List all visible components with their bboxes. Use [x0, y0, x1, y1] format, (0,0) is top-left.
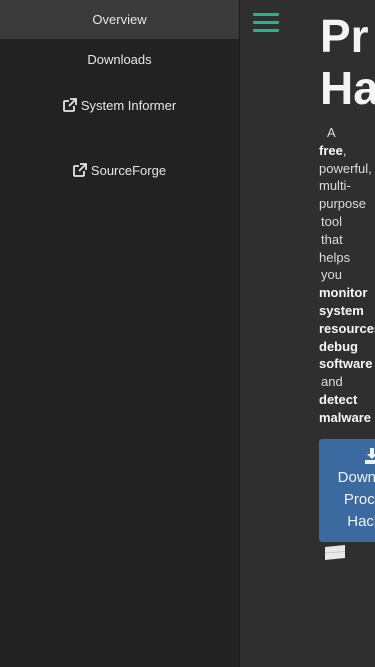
- tagline-word: malware: [319, 409, 372, 425]
- main-content: Pr Ha A free, powerful, multi- purpose t…: [240, 0, 375, 667]
- tagline-word-group: free,: [319, 142, 375, 160]
- tagline-word: helps: [319, 249, 351, 265]
- sidebar-item-label: Downloads: [87, 51, 152, 67]
- tagline-word: A: [327, 125, 336, 140]
- tagline-word: and: [321, 374, 343, 390]
- tagline: A free, powerful, multi- purpose tool th…: [319, 124, 375, 427]
- tagline-word: that: [321, 231, 343, 247]
- tagline-word: software: [319, 356, 373, 372]
- download-label-line-2: Process: [343, 491, 375, 508]
- tagline-punct: ,: [342, 142, 347, 158]
- sidebar-item-label: System Informer: [80, 97, 177, 113]
- sidebar-nav: Overview Downloads System Informer Sourc…: [0, 0, 240, 667]
- tagline-word: free: [319, 142, 343, 158]
- tagline-word: system: [319, 302, 364, 318]
- tagline-word: monitor: [319, 285, 368, 301]
- tagline-word: debug: [319, 338, 358, 354]
- download-button-label: Download Process Hacker: [336, 467, 375, 533]
- download-button[interactable]: Download Process Hacker: [319, 439, 375, 542]
- windows-icon: [324, 545, 346, 560]
- external-link-icon: [62, 98, 77, 112]
- tagline-word: multi-: [319, 178, 351, 194]
- title-line-1: Pr: [320, 10, 369, 62]
- page-title: Pr Ha: [320, 10, 375, 114]
- tagline-word: detect: [319, 391, 358, 407]
- tagline-word: powerful,: [319, 160, 372, 176]
- page: Overview Downloads System Informer Sourc…: [0, 0, 375, 667]
- external-link-icon: [73, 163, 87, 177]
- tagline-word: tool: [321, 213, 342, 229]
- sidebar-item-downloads[interactable]: Downloads: [0, 39, 239, 79]
- download-label-line-3: Hacker: [347, 513, 375, 530]
- sidebar-item-label: Overview: [92, 12, 147, 27]
- download-icon: [365, 448, 375, 464]
- menu-toggle-icon[interactable]: [253, 13, 279, 33]
- tagline-word: resources,: [319, 320, 375, 336]
- sidebar-item-system-informer[interactable]: System Informer: [0, 92, 239, 118]
- title-line-2: Ha: [320, 62, 375, 114]
- sidebar-item-overview[interactable]: Overview: [0, 0, 239, 39]
- tagline-word: you: [321, 267, 342, 283]
- download-label-line-1: Download: [337, 469, 375, 486]
- sidebar-item-label: SourceForge: [90, 162, 167, 178]
- sidebar-item-sourceforge[interactable]: SourceForge: [0, 157, 239, 183]
- tagline-word: purpose: [319, 196, 366, 212]
